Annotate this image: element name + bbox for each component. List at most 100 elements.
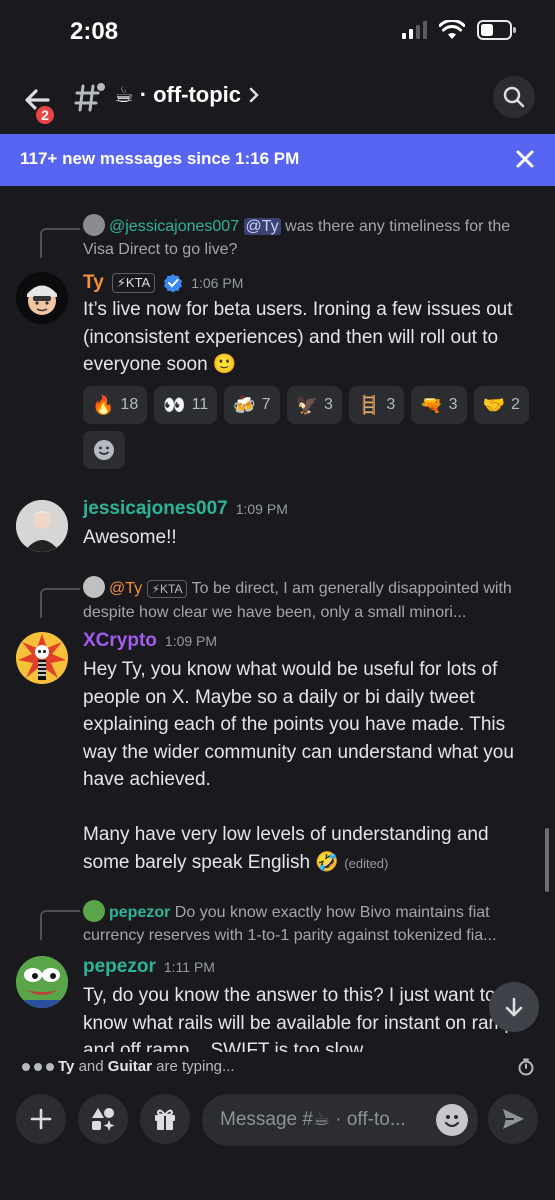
author-name[interactable]: pepezor xyxy=(83,956,156,978)
reply-user: pepezor xyxy=(109,904,171,921)
smiley-icon xyxy=(444,1115,460,1128)
reaction-count: 3 xyxy=(386,396,396,413)
reaction-count: 7 xyxy=(261,396,271,413)
search-icon xyxy=(503,86,525,108)
message-header: Ty ⚡KTA 1:06 PM xyxy=(83,272,243,294)
avatar[interactable] xyxy=(16,272,68,324)
reaction-count: 11 xyxy=(191,396,209,413)
typing-and: and xyxy=(74,1058,108,1075)
skeleton-avatar-icon xyxy=(18,634,66,682)
message-header: XCrypto 1:09 PM xyxy=(83,630,217,652)
emoji-button[interactable] xyxy=(436,1104,468,1136)
message-line: know what rails will be available for in… xyxy=(83,1012,515,1034)
message-content: It’s live now for beta users. Ironing a … xyxy=(83,296,538,379)
reply-avatar xyxy=(83,900,105,922)
jump-to-present-button[interactable] xyxy=(489,982,539,1032)
message-line: and off ramp... SWIFT is too slow xyxy=(83,1040,364,1052)
pepe-frog-avatar-icon xyxy=(16,956,68,1008)
reactions: 🔥 18 👀 11 🍻 7 🦅 3 🪜 3 🔫 3 🤝 2 xyxy=(83,386,533,469)
send-button[interactable] xyxy=(488,1094,538,1144)
message-content: Awesome!! xyxy=(83,524,538,552)
author-name[interactable]: Ty xyxy=(83,272,104,294)
reaction-fire[interactable]: 🔥 18 xyxy=(83,386,148,424)
avatar[interactable] xyxy=(16,500,68,552)
scrollbar[interactable] xyxy=(545,828,549,892)
reaction-eagle[interactable]: 🦅 3 xyxy=(286,386,342,424)
search-button[interactable] xyxy=(493,76,535,118)
reply-mention: @Ty xyxy=(243,218,281,235)
memoji-avatar-icon xyxy=(27,285,57,315)
battery-icon xyxy=(477,20,516,40)
timestamp: 1:11 PM xyxy=(163,959,215,975)
channel-name: off-topic xyxy=(153,82,242,107)
reaction-emoji: 🔥 xyxy=(92,394,115,415)
avatar[interactable] xyxy=(16,956,68,1008)
new-messages-banner[interactable]: 117+ new messages since 1:16 PM xyxy=(0,134,555,186)
gift-icon xyxy=(155,1109,175,1130)
message-list[interactable]: @jessicajones007 @Ty was there any timel… xyxy=(0,186,555,1052)
typing-user: Ty xyxy=(58,1058,75,1075)
reaction-emoji: 👀 xyxy=(163,394,186,415)
message-line: everyone soon 🙂 xyxy=(83,354,237,375)
message-line: Hey Ty, you know what would be useful fo… xyxy=(83,659,498,680)
close-icon[interactable] xyxy=(513,147,537,171)
apps-sparkle-icon xyxy=(92,1108,115,1131)
reaction-emoji: 🔫 xyxy=(420,394,443,415)
reply-preview[interactable]: @Ty ⚡KTA To be direct, I am generally di… xyxy=(83,576,533,624)
typing-suffix: are typing... xyxy=(151,1058,235,1075)
reply-connector xyxy=(40,228,80,258)
timestamp: 1:06 PM xyxy=(191,275,244,291)
reaction-count: 18 xyxy=(120,396,139,413)
message-line: Awesome!! xyxy=(83,527,177,548)
message-line-last: some barely speak English 🤣 (edited) xyxy=(83,849,538,878)
typing-dots-icon xyxy=(22,1063,54,1071)
channel-emoji: ☕ xyxy=(114,82,134,107)
reply-avatar xyxy=(83,214,105,236)
message-line: Many have very low levels of understandi… xyxy=(83,824,489,845)
reaction-emoji: 🪜 xyxy=(357,394,381,415)
gift-button[interactable] xyxy=(140,1094,190,1144)
message-header: pepezor 1:11 PM xyxy=(83,956,215,978)
message-line: some barely speak English 🤣 xyxy=(83,851,339,873)
message-input[interactable]: Message #☕ · off-to... xyxy=(202,1094,478,1146)
status-icons xyxy=(402,20,517,40)
timestamp: 1:09 PM xyxy=(164,633,218,649)
reaction-beers[interactable]: 🍻 7 xyxy=(224,386,280,424)
verified-badge-icon xyxy=(164,274,183,293)
author-name[interactable]: XCrypto xyxy=(83,630,157,652)
reaction-eyes[interactable]: 👀 11 xyxy=(154,386,218,424)
arrow-down-icon xyxy=(505,997,523,1017)
wifi-icon xyxy=(439,20,465,39)
add-reaction-button[interactable] xyxy=(83,431,125,469)
unread-badge: 2 xyxy=(34,104,56,126)
avatar[interactable] xyxy=(16,632,68,684)
message-line xyxy=(83,794,538,822)
channel-hash-speaker-icon xyxy=(74,83,105,112)
status-bar: 2:08 xyxy=(0,0,555,64)
chevron-right-icon xyxy=(249,87,259,103)
channel-header: 2 ☕ · off-topic xyxy=(0,64,555,134)
author-name[interactable]: jessicajones007 xyxy=(83,498,228,520)
channel-title[interactable]: ☕ · off-topic xyxy=(114,82,261,108)
typing-user: Guitar xyxy=(107,1058,152,1075)
reply-connector xyxy=(40,910,80,940)
reaction-ladder[interactable]: 🪜 3 xyxy=(348,386,405,424)
reaction-count: 2 xyxy=(510,396,520,413)
message-line: people on X. Maybe so a daily or bi dail… xyxy=(83,686,475,708)
apps-button[interactable] xyxy=(78,1094,128,1144)
message-content: Hey Ty, you know what would be useful fo… xyxy=(83,656,538,877)
send-icon xyxy=(503,1109,524,1129)
message-content: Ty, do you know the answer to this? I ju… xyxy=(83,982,538,1052)
typing-text: Ty and Guitar are typing... xyxy=(58,1058,235,1075)
new-messages-text: 117+ new messages since 1:16 PM xyxy=(20,149,300,168)
message-line: (inconsistent experiences) and then will… xyxy=(83,326,499,348)
cellular-signal-icon xyxy=(402,21,427,39)
reaction-handshake[interactable]: 🤝 2 xyxy=(473,386,529,424)
reply-connector xyxy=(40,588,80,618)
reaction-water-pistol[interactable]: 🔫 3 xyxy=(411,386,467,424)
server-tag[interactable]: ⚡KTA xyxy=(111,273,156,293)
server-tag: ⚡KTA xyxy=(146,580,188,598)
reply-preview[interactable]: pepezor Do you know exactly how Bivo mai… xyxy=(83,900,533,947)
reply-preview[interactable]: @jessicajones007 @Ty was there any timel… xyxy=(83,214,533,261)
attach-button[interactable] xyxy=(16,1094,66,1144)
